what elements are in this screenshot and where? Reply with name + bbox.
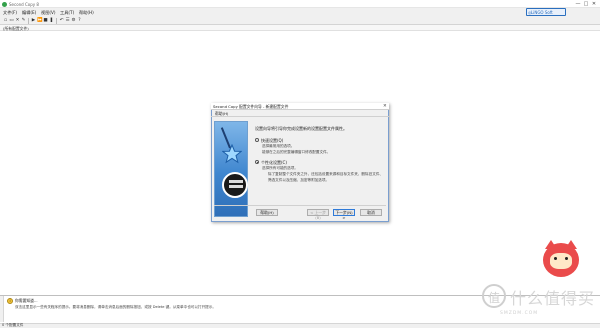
menu-help[interactable]: 帮助(H) (79, 10, 94, 16)
quick-setup-radio[interactable] (255, 138, 259, 142)
profile-count: 0 个配置文件 (2, 323, 24, 327)
delete-icon[interactable]: ✕ (15, 18, 20, 23)
disk-stripe (229, 185, 243, 188)
disk-stripe (229, 180, 243, 183)
custom-setup-desc: 除了复制整个文件夹之外，还包括设置来源和目标文件夹、删除旧文件、同步等高级选项。 (268, 172, 383, 176)
tips-panel-scrollbar[interactable] (0, 296, 4, 322)
quick-setup-desc: 能够在之后的完整编辑窗口修改配置文件。 (262, 150, 331, 154)
settings-icon[interactable]: ⚙ (71, 18, 76, 23)
quick-setup-label[interactable]: 快速设置(Q) (261, 138, 283, 144)
stop-icon[interactable]: ■ (43, 18, 48, 23)
mascot-eye (554, 257, 557, 260)
mascot-eye (565, 257, 568, 260)
tips-message[interactable]: 双击这里显示一些有关程序的提示。要将消息删除，请单击消息后面的删除按钮，或按 D… (15, 305, 216, 310)
star-icon (222, 144, 242, 164)
custom-setup-radio[interactable] (255, 160, 259, 164)
menu-tools[interactable]: 工具(T) (60, 10, 74, 16)
watermark-glyph: 值 (488, 291, 501, 305)
watermark-text: 什么值得买 (510, 289, 596, 308)
back-button[interactable]: < 上一步(B) (307, 209, 329, 220)
app-logo-icon (2, 1, 7, 7)
close-button[interactable]: ✕ (591, 1, 597, 7)
dialog-title: Second Copy 配置文件向导 - 新建配置文件 (213, 104, 289, 109)
run-all-icon[interactable]: ⏩ (37, 18, 43, 23)
maximize-button[interactable]: □ (583, 1, 589, 7)
menu-view[interactable]: 视图(V) (41, 10, 56, 16)
pause-icon[interactable]: ❚ (49, 18, 54, 23)
log-icon[interactable]: ☰ (65, 18, 70, 23)
custom-setup-desc: 选择所有可能的选项。 (262, 166, 298, 170)
watermark-subtext: SMZDM.COM (500, 311, 539, 316)
lightbulb-icon: i (7, 298, 13, 304)
wizard-illustration (214, 121, 248, 217)
toolbar (0, 17, 600, 25)
undo-icon[interactable]: ↶ (59, 18, 64, 23)
new-icon[interactable]: ▫ (3, 18, 8, 23)
dialog-close-icon[interactable]: ✕ (383, 104, 387, 109)
menu-file[interactable]: 文件(F) (3, 10, 17, 16)
custom-setup-label[interactable]: 个性化设置(C) (261, 160, 287, 166)
mascot-face (550, 253, 572, 269)
toolbar-divider (28, 18, 29, 24)
run-icon[interactable]: ▶ (31, 18, 36, 23)
help-icon[interactable]: ? (77, 18, 82, 23)
tips-title: 你需要知道... (15, 298, 38, 303)
dialog-divider (211, 116, 389, 117)
minimize-button[interactable]: — (575, 1, 581, 7)
title-bar (0, 0, 600, 8)
toolbar-divider (56, 18, 57, 24)
brand-label: LiNGO Soft (531, 9, 553, 15)
help-button[interactable]: 帮助(H) (256, 209, 278, 216)
quick-setup-desc: 选择最常用的选项。 (262, 144, 295, 148)
window-title: Second Copy 8 (9, 1, 39, 7)
custom-setup-desc: 筛选文件以及压缩、加密等附加选项。 (268, 178, 330, 182)
menu-edit[interactable]: 编辑(E) (22, 10, 36, 16)
next-button[interactable]: 下一步(N) > (333, 209, 355, 220)
open-icon[interactable]: ▭ (9, 18, 14, 23)
cancel-button[interactable]: 取消 (360, 209, 382, 216)
dialog-footer-divider (214, 205, 386, 206)
wizard-prompt: 设置向导将引导你完成设置新的设置配置文件属性。 (255, 126, 347, 131)
status-bar (0, 323, 600, 328)
edit-icon[interactable]: ✎ (21, 18, 26, 23)
